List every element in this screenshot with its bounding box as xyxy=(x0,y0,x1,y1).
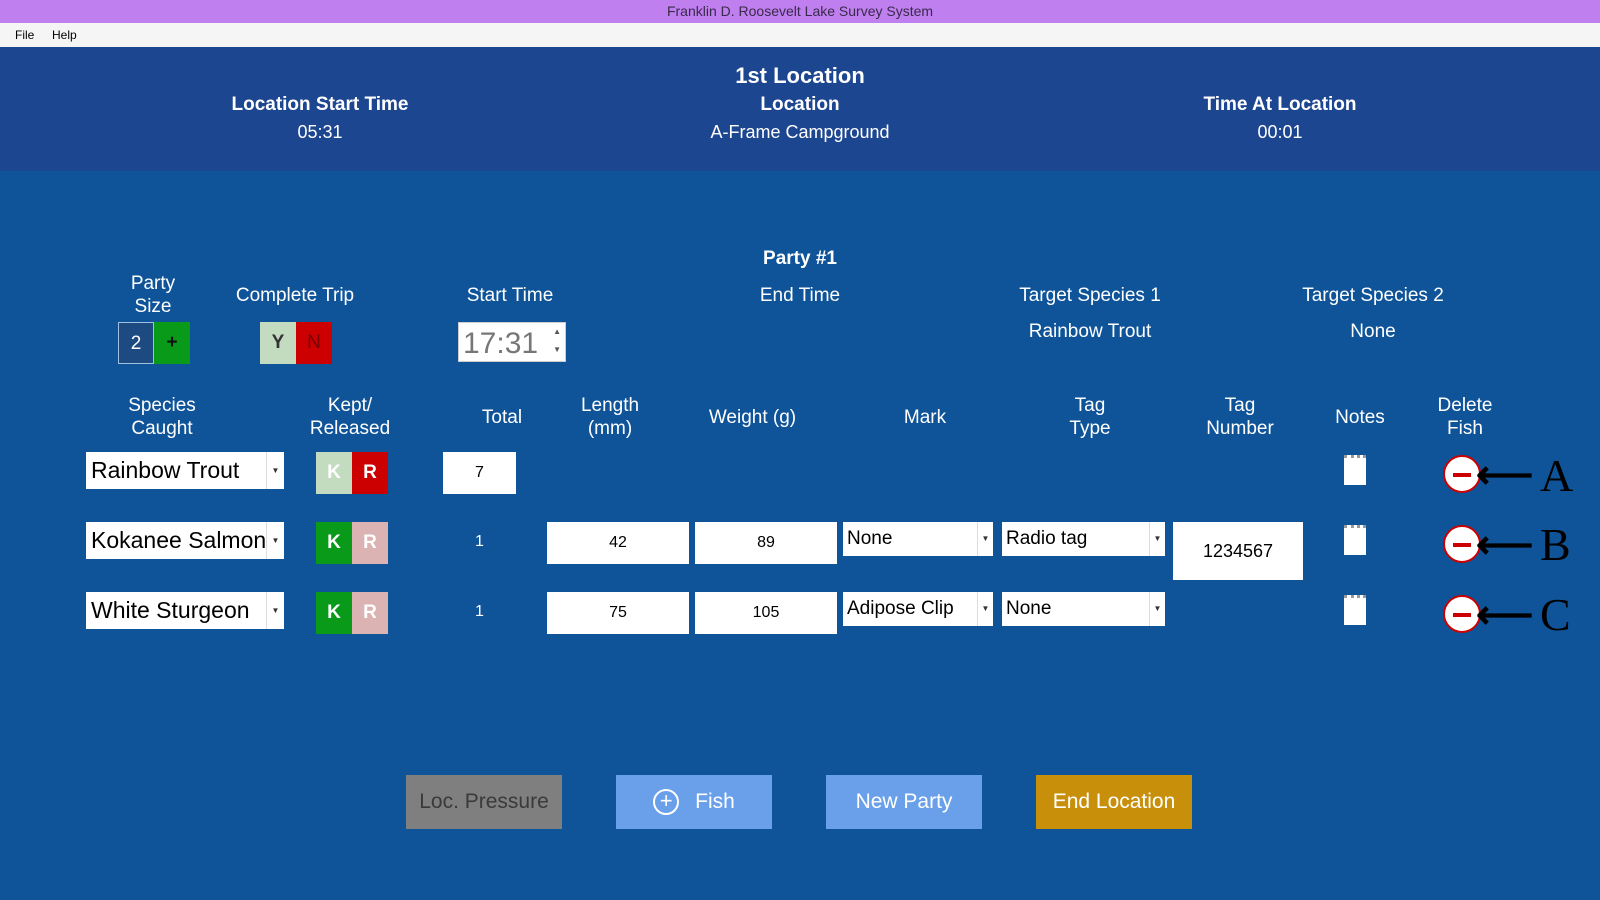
col-weight: Weight (g) xyxy=(708,407,797,428)
party-size-plus-button[interactable]: + xyxy=(154,322,190,364)
kept-button[interactable]: K xyxy=(316,522,352,564)
end-location-button[interactable]: End Location xyxy=(1036,775,1192,829)
add-fish-button[interactable]: + Fish xyxy=(616,775,772,829)
col-total: Total xyxy=(481,407,523,428)
chevron-down-icon: ▼ xyxy=(266,452,284,489)
length-input[interactable]: 75 xyxy=(547,592,689,634)
target-species-2-label: Target Species 2 xyxy=(1302,285,1444,306)
col-mark: Mark xyxy=(903,407,947,428)
col-length: Length (mm) xyxy=(580,395,640,439)
party-size-label: Party Size xyxy=(130,273,176,317)
chevron-down-icon: ▼ xyxy=(1149,592,1165,626)
start-time-value: 17:31 xyxy=(463,327,539,360)
end-time-label: End Time xyxy=(759,285,841,306)
chevron-down-icon: ▼ xyxy=(977,592,993,626)
menu-help[interactable]: Help xyxy=(52,28,77,42)
notes-icon[interactable] xyxy=(1344,525,1366,555)
complete-trip-label: Complete Trip xyxy=(235,285,355,306)
annotation-letter: A xyxy=(1540,450,1574,501)
annotation-letter: C xyxy=(1540,589,1571,640)
location-start-block: Location Start Time 05:31 xyxy=(170,94,470,143)
start-time-picker[interactable]: 17:31 ▲ ▼ xyxy=(458,322,566,362)
col-tag-type: Tag Type xyxy=(1069,395,1111,439)
annotation-letter: B xyxy=(1540,519,1571,570)
released-button[interactable]: R xyxy=(352,522,388,564)
released-button[interactable]: R xyxy=(352,452,388,494)
arrow-left-icon: ⟵ xyxy=(1476,593,1534,637)
species-select[interactable]: Rainbow Trout ▼ xyxy=(86,452,284,489)
location-block: Location A-Frame Campground xyxy=(600,94,1000,143)
total-input[interactable]: 7 xyxy=(443,452,516,494)
start-time-label: Start Time xyxy=(466,285,554,306)
arrow-left-icon: ⟵ xyxy=(1476,453,1534,497)
kept-button[interactable]: K xyxy=(316,452,352,494)
length-input[interactable]: 42 xyxy=(547,522,689,564)
released-button[interactable]: R xyxy=(352,592,388,634)
arrow-left-icon: ⟵ xyxy=(1476,523,1534,567)
location-heading: 1st Location xyxy=(735,63,865,88)
target-species-1-label: Target Species 1 xyxy=(1019,285,1161,306)
total-value: 1 xyxy=(475,533,484,550)
species-select[interactable]: Kokanee Salmon ▼ xyxy=(86,522,284,559)
chevron-down-icon: ▼ xyxy=(977,522,993,556)
loc-pressure-button[interactable]: Loc. Pressure xyxy=(406,775,562,829)
target-species-2-value: None xyxy=(1350,321,1396,342)
time-down-icon[interactable]: ▼ xyxy=(553,345,561,354)
party-title: Party #1 xyxy=(763,248,837,269)
col-kept-released: Kept/ Released xyxy=(309,395,391,439)
weight-input[interactable]: 105 xyxy=(695,592,837,634)
complete-trip-no-button[interactable]: N xyxy=(296,322,332,364)
new-party-button[interactable]: New Party xyxy=(826,775,982,829)
target-species-1-value: Rainbow Trout xyxy=(1028,321,1152,342)
col-tag-number: Tag Number xyxy=(1206,395,1274,439)
weight-input[interactable]: 89 xyxy=(695,522,837,564)
total-value: 1 xyxy=(475,603,484,620)
complete-trip-yes-button[interactable]: Y xyxy=(260,322,296,364)
party-size-value[interactable]: 2 xyxy=(118,322,154,364)
tag-number-input[interactable]: 1234567 xyxy=(1173,522,1303,580)
col-species: Species Caught xyxy=(128,395,196,439)
col-notes: Notes xyxy=(1335,407,1385,428)
time-up-icon[interactable]: ▲ xyxy=(553,327,561,336)
plus-circle-icon: + xyxy=(653,789,680,816)
mark-select[interactable]: Adipose Clip ▼ xyxy=(843,592,993,626)
chevron-down-icon: ▼ xyxy=(266,522,284,559)
notes-icon[interactable] xyxy=(1344,455,1366,485)
kept-button[interactable]: K xyxy=(316,592,352,634)
species-select[interactable]: White Sturgeon ▼ xyxy=(86,592,284,629)
tag-type-select[interactable]: Radio tag ▼ xyxy=(1002,522,1165,556)
menu-bar: File Help xyxy=(0,23,1600,47)
chevron-down-icon: ▼ xyxy=(266,592,284,629)
location-value: A-Frame Campground xyxy=(710,122,890,142)
chevron-down-icon: ▼ xyxy=(1149,522,1165,556)
menu-file[interactable]: File xyxy=(15,28,34,42)
col-delete: Delete Fish xyxy=(1437,395,1493,439)
window-title: Franklin D. Roosevelt Lake Survey System xyxy=(0,0,1600,23)
mark-select[interactable]: None ▼ xyxy=(843,522,993,556)
tag-type-select[interactable]: None ▼ xyxy=(1002,592,1165,626)
time-at-location-value: 00:01 xyxy=(1257,122,1303,142)
time-at-location-block: Time At Location 00:01 xyxy=(1130,94,1430,143)
notes-icon[interactable] xyxy=(1344,595,1366,625)
location-start-value: 05:31 xyxy=(297,122,343,142)
